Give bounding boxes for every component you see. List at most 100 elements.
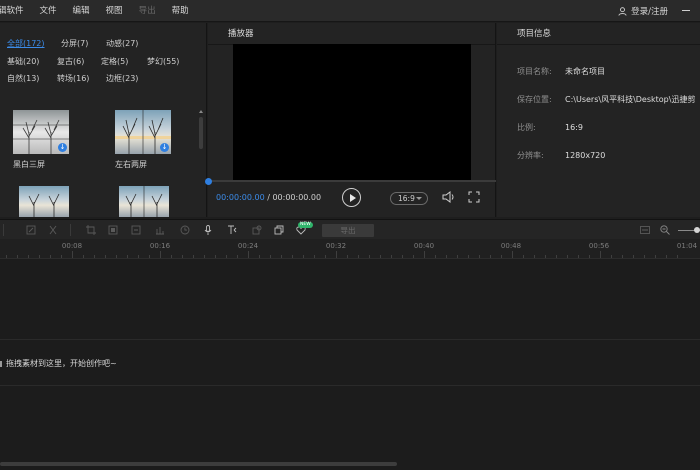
media-library-panel: 全部(172) 分屏(7) 动感(27) 基础(20) 复古(6) 定格(5) …: [0, 23, 207, 235]
save-location-value: C:\Users\风平科技\Desktop\迅捷剪: [565, 95, 696, 104]
ruler-tick: [138, 255, 139, 258]
export-button[interactable]: 导出: [322, 224, 374, 237]
category-basic[interactable]: 基础(20): [7, 56, 39, 67]
login-label: 登录/注册: [631, 7, 668, 17]
ruler-tick: [94, 255, 95, 258]
menu-help[interactable]: 帮助: [164, 0, 197, 22]
ruler-tick: [105, 255, 106, 258]
ruler-label: 00:56: [588, 242, 610, 250]
ruler-tick: [292, 255, 293, 258]
ruler-tick: [61, 255, 62, 258]
ruler-tick: [347, 255, 348, 258]
timeline-horizontal-scrollbar[interactable]: [0, 462, 397, 466]
category-transition[interactable]: 转场(16): [57, 73, 89, 84]
playback-progress[interactable]: [205, 178, 496, 185]
effect-thumbnail[interactable]: ↓: [115, 110, 171, 154]
player-panel: 播放器 00:00:00.00 / 00:00:00.00 16:9: [205, 23, 496, 217]
player-title: 播放器: [208, 23, 495, 45]
ruler-tick: [325, 255, 326, 258]
category-split-screen[interactable]: 分屏(7): [61, 38, 88, 49]
ruler-tick: [435, 255, 436, 258]
ruler-tick: [512, 251, 513, 258]
chart-icon[interactable]: [155, 225, 165, 235]
fit-timeline-icon[interactable]: [640, 225, 650, 235]
ruler-tick: [611, 255, 612, 258]
play-button[interactable]: [342, 188, 361, 207]
effect-thumbnail[interactable]: [119, 186, 169, 217]
category-dreamy[interactable]: 梦幻(55): [147, 56, 179, 67]
media-scrollbar[interactable]: [199, 110, 203, 235]
new-badge: NEW: [298, 222, 313, 228]
split-icon[interactable]: [48, 225, 58, 235]
ruler-tick: [446, 255, 447, 258]
timeline-ruler[interactable]: 00:08 00:16 00:24 00:32 00:40 00:48 00:5…: [0, 239, 700, 259]
project-info-panel: 项目信息 项目名称: 未命名项目 保存位置: C:\Users\风平科技\Deskt…: [497, 23, 700, 217]
ruler-tick: [149, 255, 150, 258]
zoom-slider-handle[interactable]: [694, 227, 700, 233]
ruler-tick: [534, 255, 535, 258]
info-row-resolution: 分辨率: 1280x720: [517, 150, 605, 161]
drop-hint: 拖拽素材到这里，开始创作吧~: [0, 358, 117, 369]
effect-thumbnail[interactable]: [19, 186, 69, 217]
edit-icon[interactable]: [26, 225, 36, 235]
ruler-tick: [633, 255, 634, 258]
scrollbar-thumb[interactable]: [199, 117, 203, 149]
minimize-icon[interactable]: [682, 10, 690, 11]
ruler-tick: [237, 255, 238, 258]
project-name-value: 未命名项目: [565, 67, 605, 76]
download-icon[interactable]: ↓: [58, 143, 67, 152]
ruler-tick: [182, 255, 183, 258]
ruler-tick: [545, 255, 546, 258]
mosaic-icon[interactable]: [108, 225, 118, 235]
category-border[interactable]: 边框(23): [106, 73, 138, 84]
user-icon: [618, 6, 627, 16]
zoom-out-icon[interactable]: [660, 225, 670, 235]
effect-thumbnail[interactable]: ↓: [13, 110, 69, 154]
resolution-value: 1280x720: [565, 151, 606, 160]
ruler-tick: [270, 255, 271, 258]
scroll-up-icon[interactable]: [199, 110, 203, 113]
menu-app[interactable]: 辑软件: [0, 0, 32, 22]
ruler-tick: [501, 255, 502, 258]
timeline-track-area[interactable]: 拖拽素材到这里，开始创作吧~: [0, 259, 700, 470]
ruler-tick: [281, 255, 282, 258]
ruler-tick: [600, 251, 601, 258]
ruler-tick: [171, 255, 172, 258]
category-nature[interactable]: 自然(13): [7, 73, 39, 84]
menu-file[interactable]: 文件: [32, 0, 65, 22]
category-dynamic[interactable]: 动感(27): [106, 38, 138, 49]
ruler-tick: [424, 251, 425, 258]
ruler-tick: [6, 255, 7, 258]
info-row-ratio: 比例: 16:9: [517, 122, 583, 133]
effect-label: 左右两屏: [115, 160, 147, 169]
download-icon[interactable]: ↓: [160, 143, 169, 152]
category-retro[interactable]: 复古(6): [57, 56, 84, 67]
clock-icon[interactable]: [180, 225, 190, 235]
current-time: 00:00:00.00: [216, 193, 265, 202]
menu-export[interactable]: 导出: [131, 0, 164, 22]
freeze-frame-icon[interactable]: [131, 225, 141, 235]
fullscreen-icon[interactable]: [468, 191, 480, 203]
ruler-tick: [468, 255, 469, 258]
toolbar-divider: [70, 224, 71, 236]
category-freeze[interactable]: 定格(5): [101, 56, 128, 67]
text-tool-icon[interactable]: [227, 225, 237, 235]
ruler-tick: [589, 255, 590, 258]
tree-scene-icon: [28, 193, 60, 217]
category-all[interactable]: 全部(172): [7, 38, 45, 49]
login-button[interactable]: 登录/注册: [618, 0, 668, 22]
layers-icon[interactable]: [274, 225, 284, 235]
microphone-icon[interactable]: [203, 225, 213, 235]
progress-handle[interactable]: [205, 178, 212, 185]
menu-edit[interactable]: 编辑: [65, 0, 98, 22]
info-row-location: 保存位置: C:\Users\风平科技\Desktop\迅捷剪: [517, 94, 695, 105]
volume-icon[interactable]: [442, 191, 456, 203]
menu-view[interactable]: 视图: [98, 0, 131, 22]
ruler-tick: [578, 255, 579, 258]
crop-icon[interactable]: [86, 225, 96, 235]
info-key: 保存位置:: [517, 95, 552, 104]
total-time: 00:00:00.00: [272, 193, 322, 202]
ruler-tick: [391, 255, 392, 258]
sticker-icon[interactable]: [252, 225, 262, 235]
aspect-ratio-select[interactable]: 16:9: [390, 192, 428, 205]
